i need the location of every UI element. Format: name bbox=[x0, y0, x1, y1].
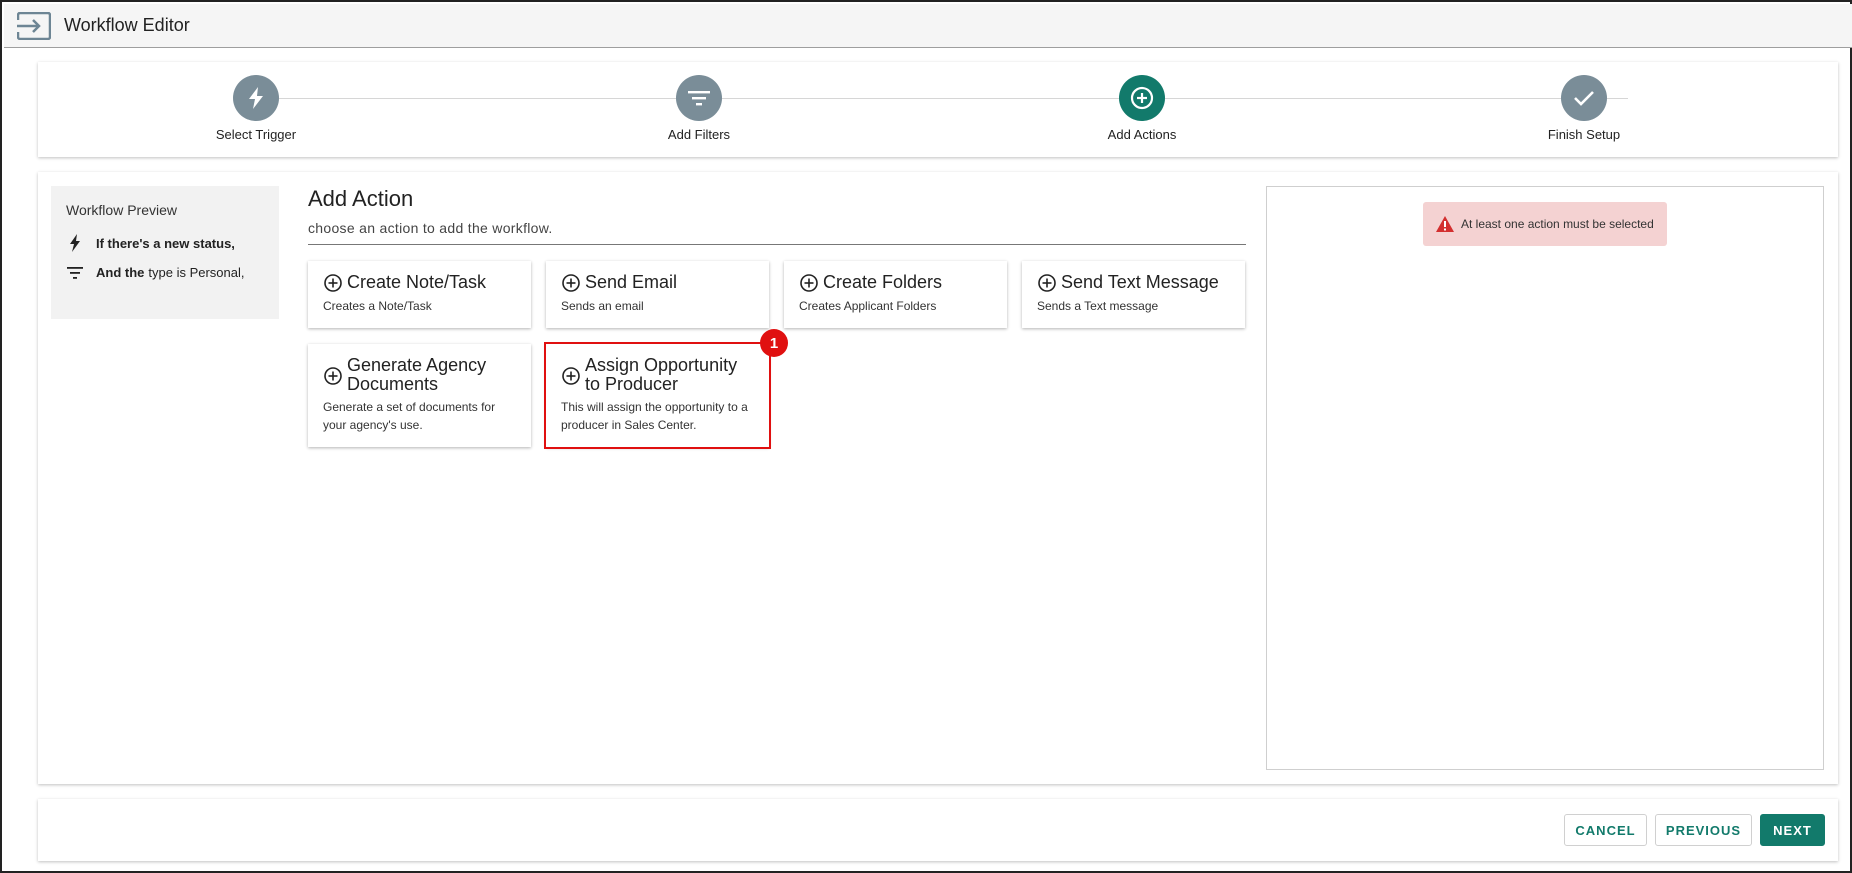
warning-icon bbox=[1435, 215, 1455, 233]
action-card-send-email[interactable]: Send Email Sends an email bbox=[546, 261, 769, 328]
action-description: Sends a Text message bbox=[1037, 299, 1159, 313]
step-label: Select Trigger bbox=[215, 127, 297, 142]
plus-circle-icon bbox=[324, 367, 342, 385]
filter-icon bbox=[66, 266, 84, 279]
preview-filter-text: type is Personal, bbox=[148, 265, 245, 280]
plus-circle-icon bbox=[562, 274, 580, 292]
bolt-icon bbox=[233, 75, 279, 121]
action-title-text: Create Folders bbox=[823, 272, 943, 292]
plus-circle-icon bbox=[1038, 274, 1056, 292]
check-icon bbox=[1561, 75, 1607, 121]
step-add-actions[interactable]: Add Actions bbox=[1042, 75, 1242, 142]
action-card-create-folders[interactable]: Create Folders Creates Applicant Folders bbox=[784, 261, 1007, 328]
preview-trigger-text: If there's a new status, bbox=[96, 235, 235, 251]
step-label: Add Actions bbox=[1107, 127, 1177, 142]
action-description: Sends an email bbox=[561, 299, 644, 313]
preview-filter-bold: And the bbox=[96, 265, 145, 280]
add-action-subheading: choose an action to add the workflow. bbox=[308, 220, 553, 236]
action-card-assign-opportunity-to-producer[interactable]: Assign Opportunity to Producer This will… bbox=[544, 342, 771, 449]
step-label: Add Filters bbox=[667, 127, 731, 142]
previous-button[interactable]: PREVIOUS bbox=[1655, 814, 1752, 846]
action-description: Creates a Note/Task bbox=[323, 299, 432, 313]
next-button[interactable]: NEXT bbox=[1760, 814, 1825, 846]
footer-bar: CANCEL PREVIOUS NEXT bbox=[38, 799, 1838, 861]
preview-title: Workflow Preview bbox=[66, 202, 177, 218]
action-title-text: Create Note/Task bbox=[347, 272, 487, 292]
action-title: Send Email bbox=[561, 273, 754, 293]
stepper-connector bbox=[248, 98, 1628, 99]
action-description: Generate a set of documents for your age… bbox=[323, 400, 496, 432]
workflow-stepper: Select Trigger Add Filters Add Actions F… bbox=[38, 62, 1838, 157]
workflow-preview: Workflow Preview If there's a new status… bbox=[51, 186, 279, 319]
action-card-send-text-message[interactable]: Send Text Message Sends a Text message bbox=[1022, 261, 1245, 328]
plus-circle-icon bbox=[800, 274, 818, 292]
step-finish-setup[interactable]: Finish Setup bbox=[1484, 75, 1684, 142]
action-title: Send Text Message bbox=[1037, 273, 1230, 293]
action-card-create-note-task[interactable]: Create Note/Task Creates a Note/Task bbox=[308, 261, 531, 328]
action-description: Creates Applicant Folders bbox=[799, 299, 937, 313]
app-title: Workflow Editor bbox=[64, 15, 190, 35]
top-bar: Workflow Editor bbox=[4, 4, 1852, 48]
highlight-badge: 1 bbox=[760, 329, 788, 357]
plus-circle-icon bbox=[324, 274, 342, 292]
action-title-text: Send Email bbox=[585, 272, 678, 292]
action-title: Generate Agency Documents bbox=[323, 356, 516, 394]
action-description: This will assign the opportunity to a pr… bbox=[561, 400, 748, 432]
step-label: Finish Setup bbox=[1547, 127, 1621, 142]
action-title: Create Note/Task bbox=[323, 273, 516, 293]
action-title: Create Folders bbox=[799, 273, 992, 293]
add-action-section: Add Action choose an action to add the w… bbox=[308, 186, 1246, 245]
step-select-trigger[interactable]: Select Trigger bbox=[156, 75, 356, 142]
action-title-text: Generate Agency Documents bbox=[347, 355, 487, 394]
bolt-icon bbox=[66, 234, 84, 252]
alert-text: At least one action must be selected bbox=[1461, 217, 1654, 231]
preview-trigger-row: If there's a new status, bbox=[66, 234, 264, 252]
cancel-button[interactable]: CANCEL bbox=[1564, 814, 1647, 846]
step-add-filters[interactable]: Add Filters bbox=[599, 75, 799, 142]
main-content-card: Workflow Preview If there's a new status… bbox=[38, 172, 1838, 784]
validation-alert: At least one action must be selected bbox=[1423, 202, 1667, 246]
preview-filter-row: And the type is Personal, bbox=[66, 265, 264, 280]
filter-icon bbox=[676, 75, 722, 121]
divider bbox=[308, 244, 1246, 245]
actions-summary-panel: At least one action must be selected bbox=[1266, 186, 1824, 770]
action-title-text: Assign Opportunity to Producer bbox=[585, 355, 738, 394]
action-title: Assign Opportunity to Producer bbox=[561, 356, 754, 394]
action-title-text: Send Text Message bbox=[1061, 272, 1219, 292]
action-card-generate-agency-documents[interactable]: Generate Agency Documents Generate a set… bbox=[308, 344, 531, 447]
exit-icon[interactable] bbox=[16, 11, 52, 41]
add-action-heading: Add Action bbox=[308, 186, 414, 211]
plus-circle-icon bbox=[1119, 75, 1165, 121]
app-frame: Workflow Editor Select Trigger Add Filte… bbox=[0, 0, 1852, 873]
plus-circle-icon bbox=[562, 367, 580, 385]
